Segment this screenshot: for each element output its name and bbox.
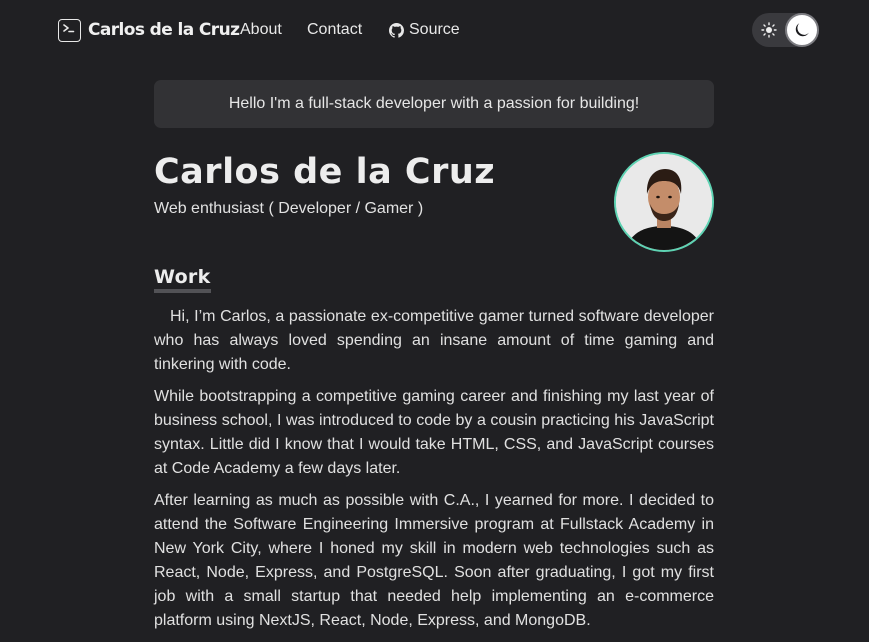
profile-avatar: [614, 152, 714, 252]
theme-toggle-knob[interactable]: [785, 13, 819, 47]
work-paragraph: After learning as much as possible with …: [154, 492, 714, 629]
terminal-icon: [58, 18, 81, 42]
nav-link-about[interactable]: About: [240, 20, 282, 40]
theme-toggle[interactable]: [752, 13, 819, 47]
github-icon: [389, 22, 404, 38]
work-section-title: Work: [154, 266, 211, 293]
top-nav: Carlos de la Cruz About Contact Source: [0, 0, 869, 60]
sun-icon: [761, 22, 777, 38]
intro-banner: Hello I'm a full-stack developer with a …: [154, 80, 714, 128]
nav-link-source[interactable]: Source: [389, 20, 460, 40]
work-paragraph: While bootstrapping a competitive gaming…: [154, 388, 714, 477]
brand-name: Carlos de la Cruz: [88, 20, 240, 40]
nav-link-contact[interactable]: Contact: [307, 20, 362, 40]
work-content: Hi, I’m Carlos, a passionate ex-competit…: [154, 305, 714, 641]
profile-name: Carlos de la Cruz: [154, 152, 496, 192]
profile-subtitle: Web enthusiast ( Developer / Gamer ): [154, 200, 424, 217]
nav-link-source-label: Source: [409, 21, 460, 38]
work-paragraph: Hi, I’m Carlos, a passionate ex-competit…: [154, 308, 714, 373]
moon-icon: [795, 23, 809, 37]
brand-link[interactable]: Carlos de la Cruz: [58, 18, 240, 42]
